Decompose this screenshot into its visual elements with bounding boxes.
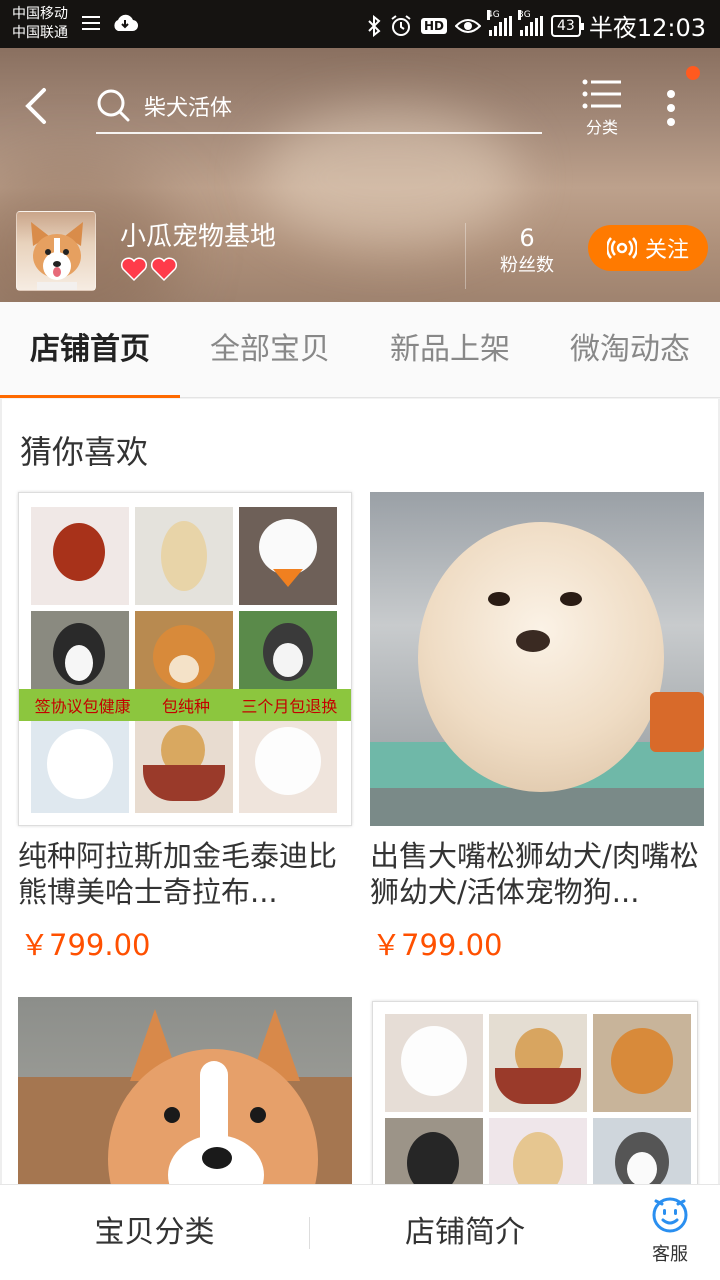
battery-icon: 43 <box>551 14 584 37</box>
promo-text-3: 三个月包退换 <box>241 697 338 716</box>
collage-cell-shiba <box>593 1014 691 1112</box>
follow-button[interactable]: 关注 <box>588 225 708 271</box>
customer-service-button[interactable]: 客服 <box>636 1195 704 1266</box>
list-icon <box>582 79 621 109</box>
shop-avatar[interactable] <box>16 211 96 291</box>
promo-banner: 签协议包健康 包纯种 三个月包退换 <box>19 689 351 721</box>
category-button[interactable]: 分类 <box>576 78 628 144</box>
collage-cell-bichon <box>385 1014 483 1112</box>
collage-cell-husky <box>385 1118 483 1184</box>
collage-cell-husky-2 <box>593 1118 691 1184</box>
product-price: ￥799.00 <box>20 928 151 962</box>
shop-name: 小瓜宠物基地 <box>120 222 277 252</box>
chow-chow-image <box>418 522 664 792</box>
bluetooth-icon <box>368 14 381 37</box>
product-image: 签协议包健康 包纯种 三个月包退换 <box>18 492 352 826</box>
search-icon <box>97 89 130 122</box>
eye-icon <box>455 18 481 33</box>
cloud-download-icon <box>114 14 138 32</box>
heart-icon <box>120 257 148 282</box>
collage-cell-samoyed <box>31 715 129 813</box>
status-bar: 中国移动 中国联通 HD 4G 3G 43 半夜12:03 <box>0 0 720 48</box>
header-divider <box>465 223 466 289</box>
bottom-bar: 宝贝分类 店铺简介 客服 <box>0 1184 720 1280</box>
collage-cell-pomeranian <box>239 507 337 605</box>
fans-count: 6 粉丝数 <box>486 222 568 278</box>
collage-cell-golden <box>135 507 233 605</box>
back-arrow-icon[interactable] <box>20 84 60 128</box>
item-category-button[interactable]: 宝贝分类 <box>0 1185 309 1280</box>
customer-service-label: 客服 <box>652 1244 688 1265</box>
product-card[interactable]: 签协议包健康 包纯种 三个月包退换 纯种阿拉斯加金毛泰迪比熊博美哈士奇拉布...… <box>18 492 352 972</box>
carrier-2: 中国联通 <box>12 25 68 41</box>
notification-icons <box>82 14 138 32</box>
hd-badge: HD <box>420 17 447 34</box>
status-right: HD 4G 3G 43 半夜12:03 <box>367 8 706 43</box>
signal-3g-icon: 3G <box>518 9 543 36</box>
product-image <box>18 997 352 1184</box>
carrier-info: 中国移动 中国联通 <box>12 5 68 43</box>
shop-rating <box>120 256 178 282</box>
photo-collage <box>31 507 337 813</box>
follow-label: 关注 <box>644 238 689 263</box>
signal-4g-label: 4G <box>487 9 500 20</box>
product-image <box>372 1001 698 1184</box>
broadcast-icon <box>606 237 637 259</box>
search-input[interactable]: 柴犬活体 <box>96 84 542 134</box>
product-card[interactable]: 出售大嘴松狮幼犬/肉嘴松狮幼犬/活体宠物狗... ￥799.00 <box>370 492 704 972</box>
product-card[interactable] <box>372 1001 706 1184</box>
tab-new-arrivals[interactable]: 新品上架 <box>360 302 540 398</box>
shop-intro-button[interactable]: 店铺简介 <box>310 1185 620 1280</box>
customer-service-icon <box>652 1197 688 1233</box>
photo-collage <box>385 1014 691 1184</box>
shop-tabs: 店铺首页 全部宝贝 新品上架 微淘动态 <box>0 302 720 398</box>
product-price: ￥799.00 <box>372 928 503 962</box>
tab-shop-home[interactable]: 店铺首页 <box>0 302 180 398</box>
tab-all-items[interactable]: 全部宝贝 <box>180 302 360 398</box>
menu-lines-icon <box>82 16 100 30</box>
heart-icon <box>150 257 178 282</box>
alarm-icon <box>391 14 411 36</box>
collage-cell-golden-basket <box>135 715 233 813</box>
collage-cell-bichon <box>239 715 337 813</box>
fans-label: 粉丝数 <box>500 255 554 276</box>
shop-header: 柴犬活体 分类 小瓜宠物基地 6 粉丝数 关注 <box>0 48 720 302</box>
tab-weitao-feed[interactable]: 微淘动态 <box>540 302 720 398</box>
promo-text-2: 包纯种 <box>161 697 210 716</box>
product-image <box>370 492 704 826</box>
signal-4g-icon: 4G <box>487 9 512 36</box>
promo-text-1: 签协议包健康 <box>34 697 131 716</box>
notification-dot <box>686 66 700 80</box>
search-query: 柴犬活体 <box>144 96 233 121</box>
product-title: 出售大嘴松狮幼犬/肉嘴松狮幼犬/活体宠物狗... <box>370 839 699 909</box>
corgi-avatar-image <box>31 222 83 290</box>
collage-cell-golden-basket <box>489 1014 587 1112</box>
signal-3g-label: 3G <box>518 9 531 20</box>
collage-cell-poodle <box>31 507 129 605</box>
recommend-section: 猜你喜欢 签协议包健康 包纯种 三个月包退换 纯种阿拉斯加金毛泰迪比熊博美哈士奇… <box>0 399 720 1184</box>
fans-number: 6 <box>519 224 535 252</box>
product-card[interactable] <box>18 997 352 1184</box>
collage-cell-golden <box>489 1118 587 1184</box>
product-title: 纯种阿拉斯加金毛泰迪比熊博美哈士奇拉布... <box>18 839 338 909</box>
clock: 半夜12:03 <box>588 14 706 42</box>
more-dots-icon[interactable] <box>656 84 686 134</box>
carrier-1: 中国移动 <box>12 6 68 22</box>
section-title: 猜你喜欢 <box>20 433 149 471</box>
category-label: 分类 <box>585 118 618 137</box>
